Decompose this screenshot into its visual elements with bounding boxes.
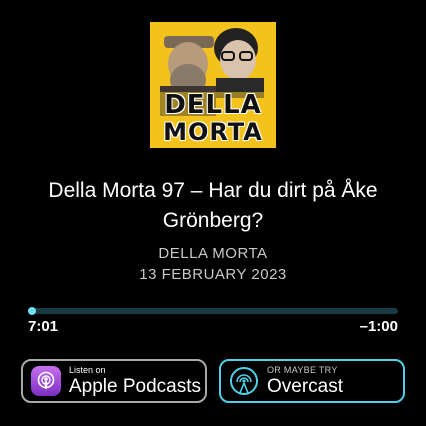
episode-date: 13 FEBRUARY 2023 — [139, 266, 287, 283]
episode-title: Della Morta 97 – Har du dirt på Åke Grön… — [48, 179, 378, 232]
apple-podcasts-icon — [31, 366, 61, 396]
overcast-button[interactable]: OR MAYBE TRY Overcast — [219, 359, 405, 403]
overcast-icon — [229, 366, 259, 396]
artwork-word-della: DELLA — [164, 90, 262, 120]
show-name: DELLA MORTA — [158, 245, 268, 262]
podcast-player-page: DELLA MORTA Della Morta 97 – Har du dirt… — [0, 0, 426, 426]
time-remaining: –1:00 — [359, 318, 398, 335]
podcast-artwork: DELLA MORTA — [150, 22, 276, 148]
apple-podcasts-button[interactable]: Listen on Apple Podcasts — [21, 359, 207, 403]
time-elapsed: 7:01 — [28, 318, 59, 335]
artwork-word-morta: MORTA — [163, 118, 263, 146]
progress-bar[interactable] — [28, 307, 398, 315]
overcast-button-small-label: OR MAYBE TRY — [267, 365, 338, 375]
apple-button-small-label: Listen on — [69, 365, 106, 375]
overcast-button-label: Overcast — [267, 376, 344, 397]
apple-button-label: Apple Podcasts — [69, 376, 202, 397]
progress-scrubber-handle[interactable] — [28, 307, 36, 315]
